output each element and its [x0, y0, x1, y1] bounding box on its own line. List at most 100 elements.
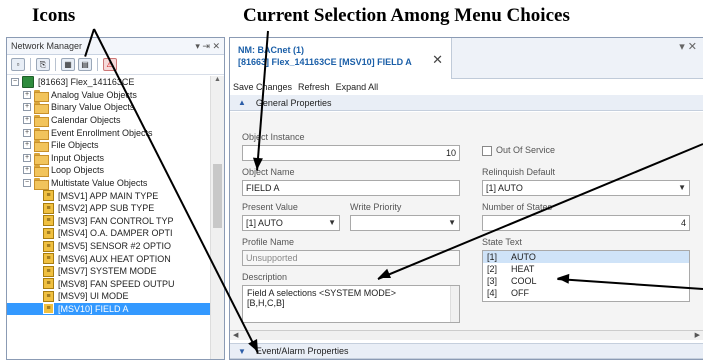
object-tree: − [81663] Flex_141163CE + Analog Value Obje… — [7, 76, 212, 359]
tree-item[interactable]: − [81663] Flex_141163CE — [7, 76, 212, 89]
connect-icon[interactable]: ⎘ — [36, 58, 50, 71]
network-manager-panel: Network Manager ▾ ⇥ ✕ ▫ ⎘ ▦ ▤ ⚠ −[81663]… — [6, 37, 225, 360]
object-instance-field[interactable]: 10 — [242, 145, 460, 161]
expand-node-icon[interactable]: + — [23, 166, 31, 175]
tree-item[interactable]: − Multistate Value Objects — [7, 177, 212, 191]
write-priority-label: Write Priority — [350, 202, 402, 212]
refresh-button[interactable]: Refresh — [298, 82, 330, 92]
tree-item-label: [MSV4] O.A. DAMPER OPTI — [58, 228, 173, 239]
tree-item[interactable]: ≡ [MSV4] O.A. DAMPER OPTI — [7, 227, 212, 240]
tree-item[interactable]: ≡ [MSV5] SENSOR #2 OPTIO — [7, 240, 212, 253]
device-icon[interactable]: ▦ — [61, 58, 75, 71]
state-number: [3] — [487, 276, 498, 286]
relinquish-default-label: Relinquish Default — [482, 167, 556, 177]
tree-item-label: Multistate Value Objects — [51, 178, 148, 189]
tab-title-line2: [81663] Flex_141163CE [MSV10] FIELD A — [238, 57, 412, 67]
expand-node-icon[interactable]: + — [23, 90, 31, 99]
object-name-field[interactable]: FIELD A — [242, 180, 460, 196]
tree-item[interactable]: ≡ [MSV10] FIELD A — [7, 302, 212, 316]
tree-item-label: Input Objects — [51, 152, 105, 163]
tree-item-label: [MSV2] APP SUB TYPE — [58, 203, 155, 214]
tree-item[interactable]: + Input Objects — [7, 152, 212, 165]
tree-item[interactable]: + Calendar Objects — [7, 114, 212, 128]
folder-icon — [34, 89, 49, 102]
tree-item[interactable]: + Event Enrollment Objects — [7, 126, 212, 140]
tree-scrollbar[interactable]: ▲ — [210, 76, 224, 359]
scroll-thumb[interactable] — [213, 164, 222, 228]
state-text-item[interactable]: [2] HEAT — [483, 263, 689, 275]
event-alarm-properties-label: Event/Alarm Properties — [255, 346, 349, 356]
description-line-1: Field A selections <SYSTEM MODE> — [247, 288, 397, 298]
chevron-up-icon: ▲ — [238, 98, 246, 107]
state-number: [2] — [487, 264, 498, 274]
expand-node-icon[interactable]: + — [23, 116, 31, 125]
scroll-right-icon[interactable]: ▶ — [695, 331, 700, 339]
multistate-object-icon: ≡ — [43, 303, 54, 315]
event-alarm-properties-header[interactable]: ▼ Event/Alarm Properties — [230, 343, 703, 359]
folder-icon — [34, 115, 49, 128]
tree-item[interactable]: + Loop Objects — [7, 164, 212, 178]
tree-item-label: [MSV9] UI MODE — [58, 291, 129, 302]
toolbar-separator — [30, 58, 31, 71]
state-number: [1] — [487, 252, 498, 262]
folder-icon — [34, 165, 49, 178]
expand-all-button[interactable]: Expand All — [336, 82, 379, 92]
profile-name-label: Profile Name — [242, 237, 295, 247]
tree-item[interactable]: ≡ [MSV9] UI MODE — [7, 290, 212, 303]
tree-item-label: Calendar Objects — [51, 115, 121, 126]
tree-item[interactable]: + File Objects — [7, 139, 212, 153]
out-of-service-checkbox[interactable] — [482, 146, 492, 156]
multistate-object-icon: ≡ — [43, 265, 54, 277]
description-line-2: [B,H,C,B] — [247, 298, 285, 308]
toolbar-separator — [55, 58, 56, 71]
write-priority-dropdown[interactable]: ▼ — [350, 215, 460, 231]
panel-controls[interactable]: ▾ ⇥ ✕ — [195, 41, 220, 52]
multistate-object-icon: ≡ — [43, 215, 54, 227]
state-text-item[interactable]: [4] OFF — [483, 287, 689, 299]
description-textarea[interactable]: Field A selections <SYSTEM MODE> [B,H,C,… — [242, 285, 460, 323]
panel-menu-icon[interactable]: ▾ ✕ — [679, 40, 697, 53]
state-text-item[interactable]: [1] AUTO — [483, 251, 689, 263]
tree-item-label: [MSV5] SENSOR #2 OPTIO — [58, 241, 172, 252]
command-bar: Save Changes Refresh Expand All — [230, 79, 703, 95]
tree-item-label: Event Enrollment Objects — [51, 127, 153, 138]
chevron-down-icon: ▼ — [238, 346, 246, 356]
device-icon — [22, 76, 34, 89]
tree-item[interactable]: ≡ [MSV8] FAN SPEED OUTPU — [7, 278, 212, 291]
expand-node-icon[interactable]: + — [23, 153, 31, 162]
expand-node-icon[interactable]: + — [23, 103, 31, 112]
general-properties-header[interactable]: ▲ General Properties — [230, 95, 703, 111]
tree-item[interactable]: + Binary Value Objects — [7, 101, 212, 115]
present-value-dropdown[interactable]: [1] AUTO ▼ — [242, 215, 340, 231]
description-scrollbar[interactable] — [450, 286, 459, 322]
expand-node-icon[interactable]: + — [23, 128, 31, 137]
state-text-list[interactable]: [1] AUTO [2] HEAT [3] COOL [4] OFF — [482, 250, 690, 302]
collapse-node-icon[interactable]: − — [23, 179, 31, 188]
state-number: [4] — [487, 288, 498, 298]
arrowhead — [556, 273, 570, 284]
tab-strip: ▾ ✕ — [452, 38, 703, 79]
tree-item-label: [MSV1] APP MAIN TYPE — [58, 190, 159, 201]
tree-item[interactable]: + Analog Value Objects — [7, 89, 212, 102]
tree-item[interactable]: ≡ [MSV6] AUX HEAT OPTION — [7, 252, 212, 265]
toolbar-separator — [97, 58, 98, 71]
scroll-up-icon[interactable]: ▲ — [211, 76, 224, 88]
tree-item-label: [MSV7] SYSTEM MODE — [58, 266, 157, 277]
expand-node-icon[interactable]: + — [23, 141, 31, 150]
collapse-node-icon[interactable]: − — [11, 78, 19, 87]
close-icon[interactable]: ✕ — [432, 52, 443, 68]
horizontal-scrollbar[interactable]: ◀ ▶ — [230, 330, 703, 340]
multistate-object-icon: ≡ — [43, 253, 54, 265]
object-detail-panel: NM: BACnet (1) [81663] Flex_141163CE [MS… — [229, 37, 703, 360]
tree-item[interactable]: ≡ [MSV3] FAN CONTROL TYP — [7, 215, 212, 228]
general-properties-area: Object Instance 10 Out Of Service Object… — [230, 112, 703, 340]
present-value-label: Present Value — [242, 202, 298, 212]
tree-item-label: [MSV10] FIELD A — [58, 303, 129, 314]
scroll-left-icon[interactable]: ◀ — [233, 331, 238, 339]
tree-item[interactable]: ≡ [MSV7] SYSTEM MODE — [7, 265, 212, 278]
collapse-icon[interactable]: ▫ — [11, 58, 25, 71]
chevron-down-icon: ▼ — [678, 183, 686, 192]
folder-icon[interactable]: ▤ — [78, 58, 92, 71]
multistate-object-icon: ≡ — [43, 227, 54, 239]
icons-callout: Icons — [32, 5, 76, 26]
